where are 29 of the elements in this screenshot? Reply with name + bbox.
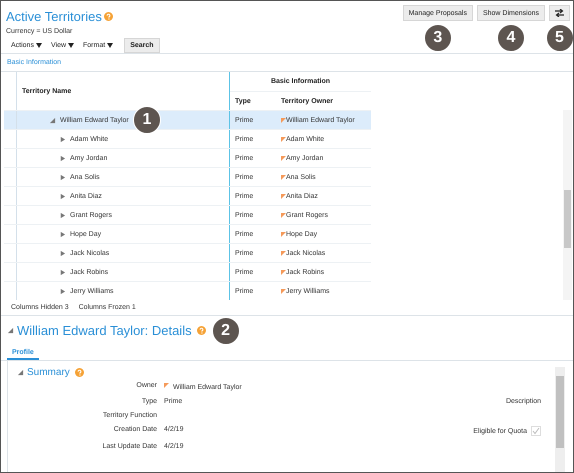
corner-mark-icon [281,136,286,142]
swap-arrows-icon [555,9,564,17]
section-title: Summary [27,367,70,378]
scrollbar[interactable] [555,367,565,472]
corner-mark-icon [281,270,286,274]
help-icon [196,326,206,335]
scrollbar[interactable] [563,110,572,300]
corner-mark-icon [281,288,286,294]
corner-mark-icon [164,383,169,388]
dropdown-arrow-icon [107,43,114,48]
dropdown-arrow-icon [68,43,74,48]
help-icon [74,368,84,377]
callout-badge: 2 [212,316,240,344]
corner-mark-icon [281,212,286,218]
corner-mark-icon [281,118,286,122]
corner-mark-icon [281,174,286,180]
callout-badge: 3 [424,24,452,52]
corner-mark-icon [281,194,286,198]
callout-badge: 1 [133,106,161,134]
page-title: Active Territories [6,9,102,24]
swap-button[interactable] [549,5,570,21]
corner-mark-icon [281,156,286,160]
callout-badge: 4 [496,24,525,52]
dropdown-arrow-icon [36,43,42,48]
section-title: William Edward Taylor: Details [17,323,192,338]
corner-mark-icon [281,250,286,256]
help-icon [104,12,113,21]
callout-badge: 5 [546,24,573,52]
corner-mark-icon [281,232,286,236]
